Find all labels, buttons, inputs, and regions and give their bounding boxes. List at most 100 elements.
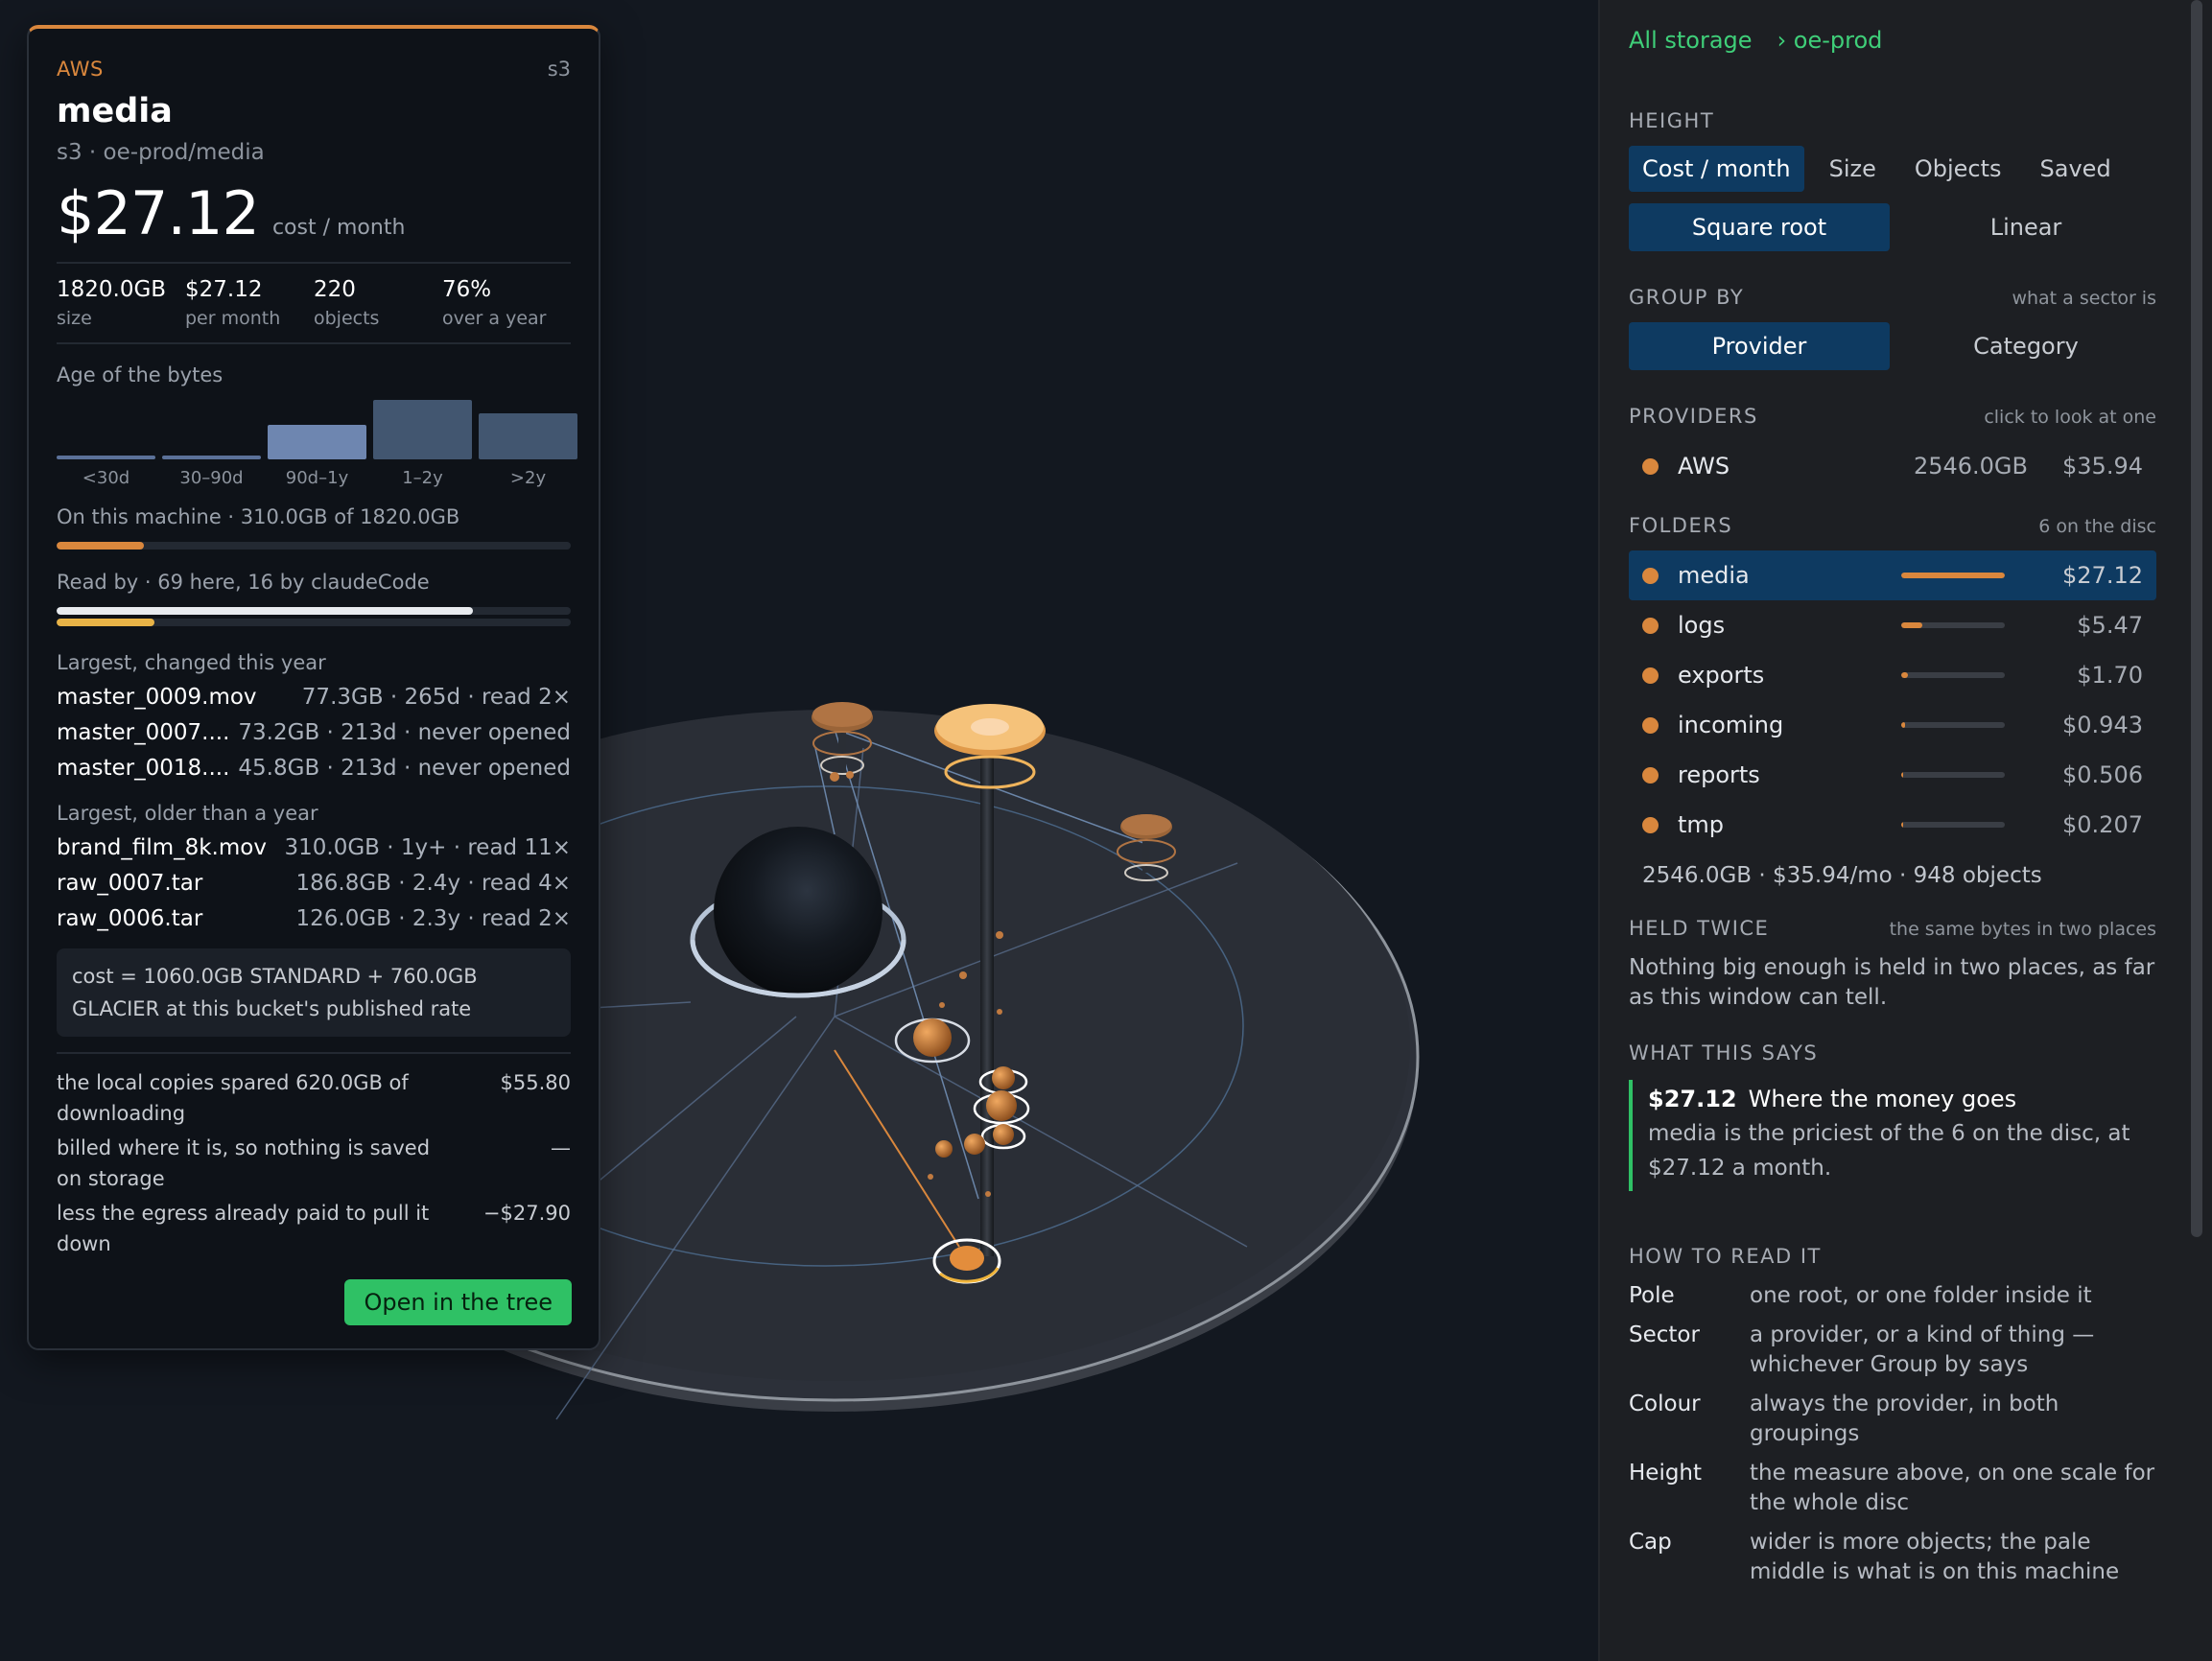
stat-per-month: $27.12 per month: [185, 277, 281, 329]
measure-option[interactable]: Saved: [2027, 146, 2125, 192]
savings-row: billed where it is, so nothing is saved …: [57, 1133, 571, 1194]
provider-row-aws[interactable]: AWS 2546.0GB $35.94: [1629, 441, 2156, 491]
legend-row: Pole one root, or one folder inside it: [1629, 1281, 2156, 1311]
file-row[interactable]: raw_0007.tar 186.8GB · 2.4y · read 4×: [57, 871, 571, 896]
folder-name: incoming: [1678, 712, 1784, 738]
measure-option[interactable]: Size: [1816, 146, 1890, 192]
measure-option[interactable]: Cost / month: [1629, 146, 1804, 192]
monthly-cost: $27.12 cost / month: [57, 178, 571, 248]
file-name: brand_film_8k.mov: [57, 835, 267, 860]
folder-row[interactable]: incoming $0.943: [1629, 700, 2156, 750]
folder-name: tmp: [1678, 811, 1725, 838]
monthly-cost-value: $27.12: [57, 178, 260, 248]
age-bar-label: 30–90d: [179, 468, 244, 488]
folder-row[interactable]: tmp $0.207: [1629, 800, 2156, 850]
old-files-list: brand_film_8k.mov 310.0GB · 1y+ · read 11…: [57, 835, 571, 931]
folder-cost-bar: [1901, 722, 2005, 728]
height-measure-toggle: Cost / month Size Objects Saved: [1629, 146, 2156, 192]
file-row[interactable]: master_0007.... 73.2GB · 213d · never ope…: [57, 720, 571, 745]
file-row[interactable]: raw_0006.tar 126.0GB · 2.3y · read 2×: [57, 906, 571, 931]
folder-cost-bar: [1901, 622, 2005, 628]
divider: [57, 342, 571, 344]
savings-amount: $55.80: [500, 1071, 571, 1094]
savings-amount: −$27.90: [482, 1202, 571, 1225]
age-bar: [162, 456, 261, 459]
storage-kind: s3: [547, 58, 571, 81]
file-name: raw_0006.tar: [57, 906, 203, 931]
monthly-cost-unit: cost / month: [271, 216, 406, 240]
recent-files-list: master_0009.mov 77.3GB · 265d · read 2× ma…: [57, 685, 571, 781]
held-twice-header: HELD TWICE the same bytes in two places: [1629, 917, 2156, 940]
folders-list: media $27.12 logs $5.47 exports $1.70 incoming…: [1629, 550, 2156, 850]
legend-key: Sector: [1629, 1322, 1700, 1347]
folder-cost: $1.70: [2077, 662, 2143, 689]
file-row[interactable]: master_0018.... 45.8GB · 213d · never ope…: [57, 756, 571, 781]
group-by-toggle: Provider Category: [1629, 322, 2156, 370]
legend-desc: one root, or one folder inside it: [1750, 1283, 2092, 1308]
read-by-text: Read by · 69 here, 16 by claudeCode: [57, 571, 430, 594]
recent-files-title: Largest, changed this year: [57, 651, 326, 674]
breadcrumb: All storage › oe-prod: [1629, 27, 2156, 54]
file-row[interactable]: master_0009.mov 77.3GB · 265d · read 2×: [57, 685, 571, 710]
savings-row: the local copies spared 620.0GB of downl…: [57, 1067, 571, 1129]
age-bar: [57, 456, 155, 459]
folder-name: logs: [1678, 612, 1726, 639]
file-row[interactable]: brand_film_8k.mov 310.0GB · 1y+ · read 11…: [57, 835, 571, 860]
scale-option[interactable]: Square root: [1629, 203, 1890, 251]
divider: [57, 262, 571, 264]
scale-option[interactable]: Linear: [1895, 203, 2156, 251]
crumb-all-storage[interactable]: All storage: [1629, 27, 1753, 54]
folders-header: FOLDERS 6 on the disc: [1629, 514, 2156, 537]
folder-row[interactable]: logs $5.47: [1629, 600, 2156, 650]
folder-name: reports: [1678, 761, 1760, 788]
file-name: master_0018....: [57, 756, 230, 781]
what-this-says-header: WHAT THIS SAYS: [1629, 1041, 1819, 1064]
folder-cost: $27.12: [2062, 562, 2143, 589]
crumb-oe-prod[interactable]: › oe-prod: [1777, 27, 1883, 54]
legend-key: Pole: [1629, 1283, 1675, 1308]
stat-objects: 220 objects: [314, 277, 380, 329]
legend-desc: always the provider, in both groupings: [1750, 1392, 2059, 1446]
file-name: raw_0007.tar: [57, 871, 203, 896]
age-bar-label: <30d: [82, 468, 130, 488]
legend-key: Colour: [1629, 1392, 1701, 1416]
folder-row[interactable]: media $27.12: [1629, 550, 2156, 600]
group-option[interactable]: Provider: [1629, 322, 1890, 370]
savings-amount: —: [551, 1136, 571, 1159]
savings-text: less the egress already paid to pull it …: [57, 1202, 430, 1255]
folder-color-dot: [1642, 716, 1659, 734]
legend-row: Colour always the provider, in both group…: [1629, 1390, 2156, 1449]
local-copy-meter: [57, 542, 571, 550]
savings-row: less the egress already paid to pull it …: [57, 1198, 571, 1259]
height-scale-toggle: Square root Linear: [1629, 203, 2156, 251]
file-detail: 310.0GB · 1y+ · read 11×: [284, 835, 571, 860]
legend-row: Sector a provider, or a kind of thing — w…: [1629, 1321, 2156, 1380]
savings-text: the local copies spared 620.0GB of downl…: [57, 1071, 409, 1125]
folder-detail-card: AWS s3 media s3 · oe-prod/media $27.12 c…: [27, 25, 600, 1350]
provider-label: AWS: [57, 58, 104, 81]
folder-name: exports: [1678, 662, 1765, 689]
read-by-here-meter: [57, 607, 571, 615]
legend-desc: a provider, or a kind of thing — whichev…: [1750, 1322, 2095, 1377]
folder-color-dot: [1642, 766, 1659, 784]
group-option[interactable]: Category: [1895, 322, 2156, 370]
measure-option[interactable]: Objects: [1901, 146, 2015, 192]
folder-cost-bar: [1901, 772, 2005, 778]
insight-value: $27.12: [1648, 1086, 1737, 1112]
panel-scrollbar[interactable]: [2191, 0, 2202, 1237]
age-bar: [479, 413, 577, 459]
file-name: master_0009.mov: [57, 685, 257, 710]
age-bar-label: >2y: [509, 468, 547, 488]
file-detail: 126.0GB · 2.3y · read 2×: [295, 906, 571, 931]
age-bar-label: 1–2y: [402, 468, 443, 488]
providers-list: AWS 2546.0GB $35.94: [1629, 441, 2156, 491]
age-title: Age of the bytes: [57, 363, 224, 386]
folder-color-dot: [1642, 667, 1659, 684]
folder-title: media: [57, 92, 173, 130]
open-in-tree-button[interactable]: Open in the tree: [344, 1279, 572, 1325]
how-to-read-header: HOW TO READ IT: [1629, 1245, 1822, 1268]
folder-row[interactable]: exports $1.70: [1629, 650, 2156, 700]
folder-row[interactable]: reports $0.506: [1629, 750, 2156, 800]
legend-desc: the measure above, on one scale for the …: [1750, 1461, 2155, 1515]
providers-header: PROVIDERS click to look at one: [1629, 405, 2156, 428]
